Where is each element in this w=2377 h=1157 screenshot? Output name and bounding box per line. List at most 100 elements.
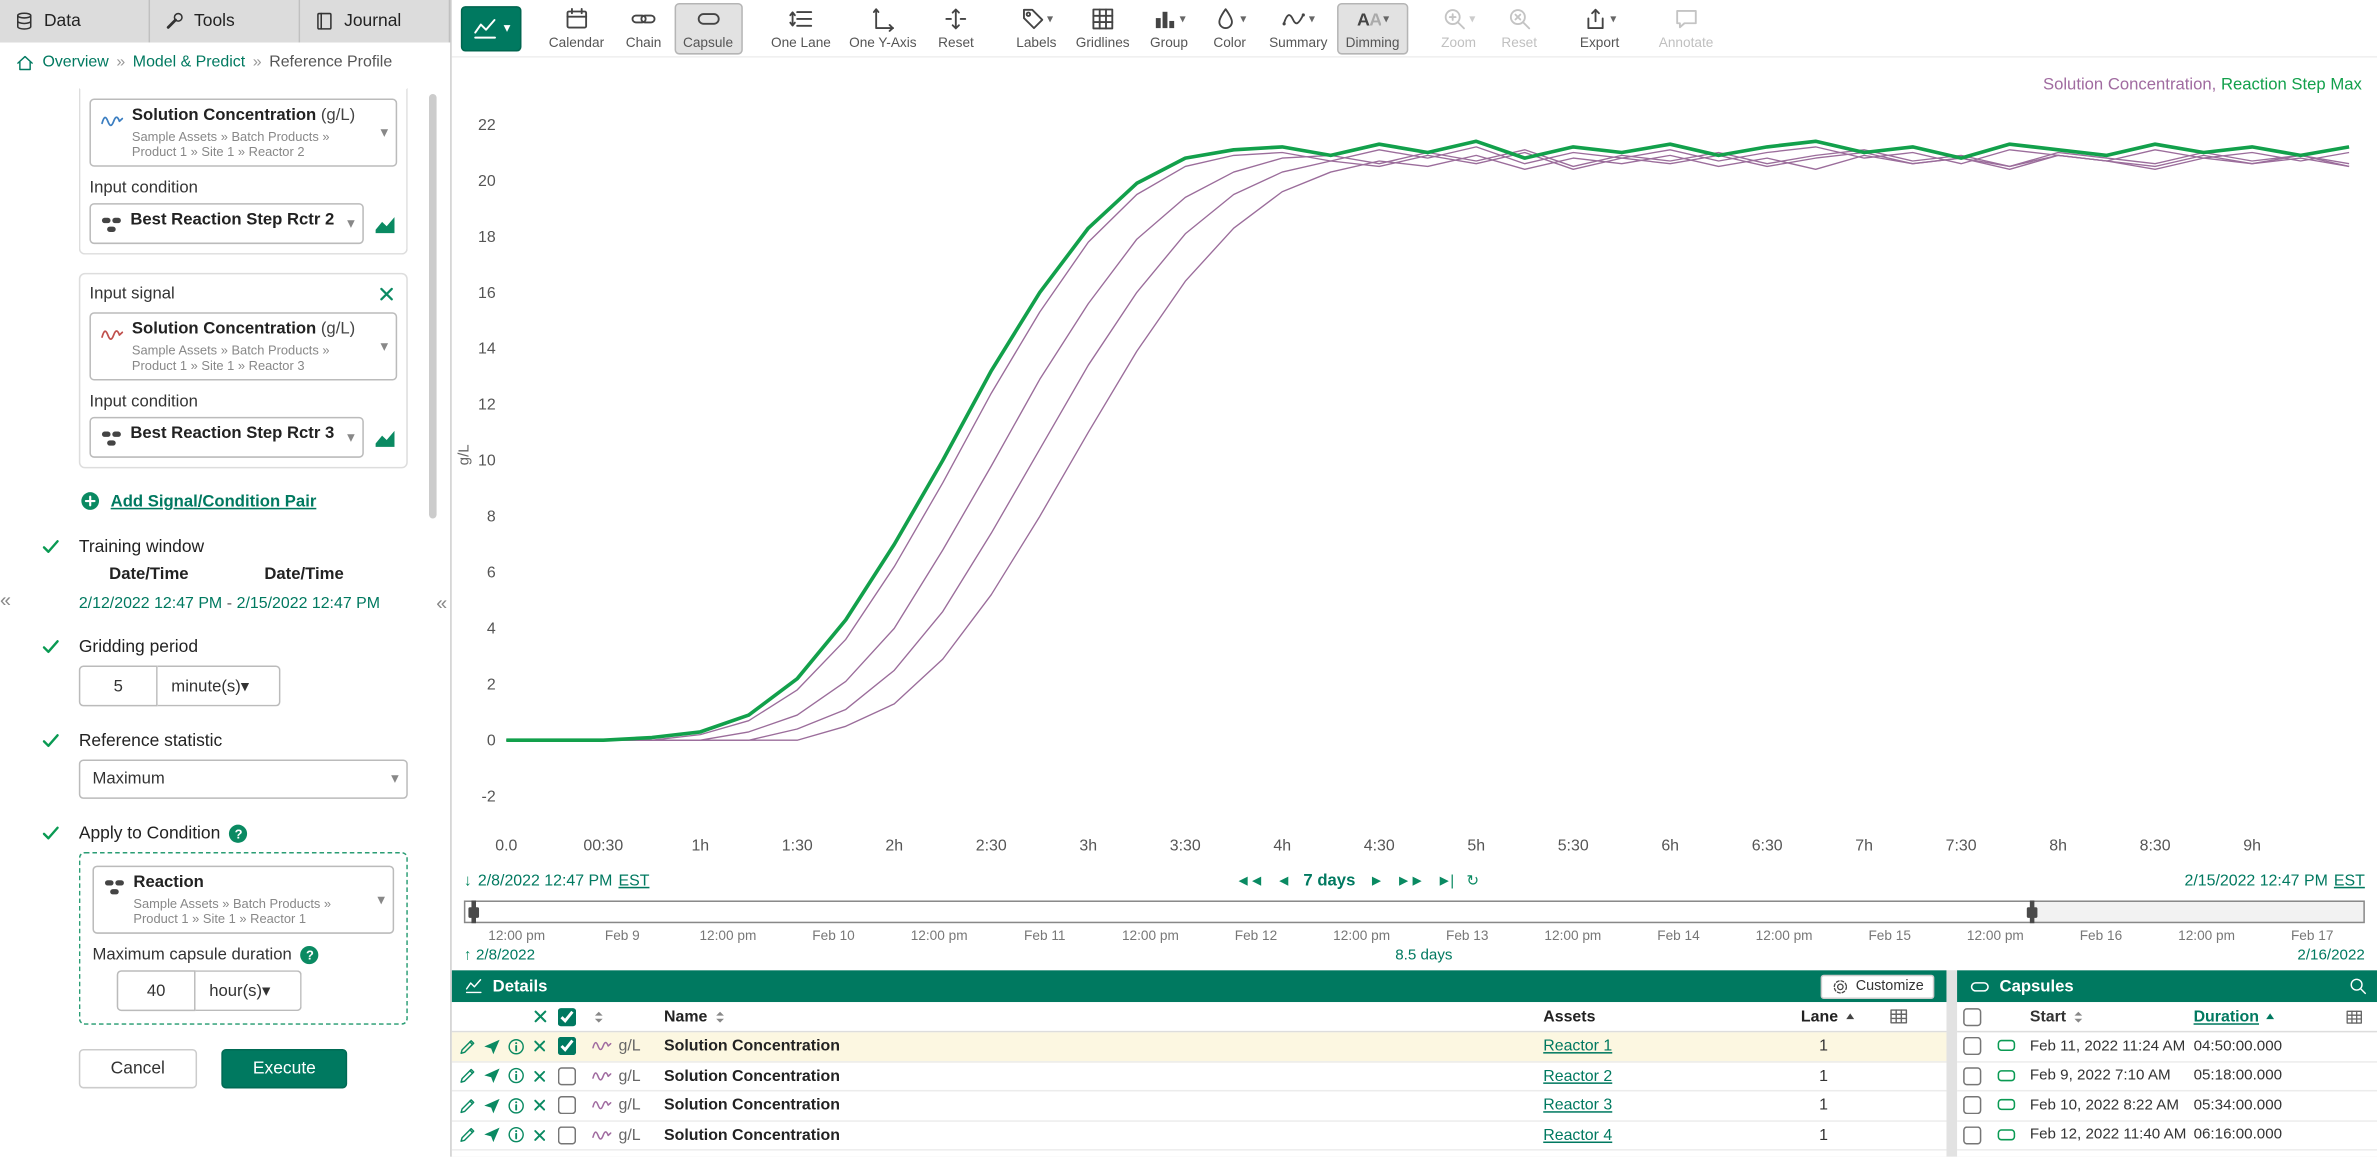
asset-link[interactable]: Reactor 3 <box>1543 1096 1612 1114</box>
navigate-item-icon[interactable] <box>482 1096 506 1116</box>
gridding-period-input[interactable] <box>79 666 158 707</box>
cancel-button[interactable]: Cancel <box>79 1050 197 1089</box>
help-icon[interactable]: ? <box>301 947 319 965</box>
view-capsules-icon[interactable] <box>373 426 397 450</box>
remove-item-icon[interactable] <box>531 1096 558 1114</box>
gridding-unit-select[interactable]: minute(s) ▾ <box>158 666 281 707</box>
toolbar-one-y-axis-button[interactable]: One Y-Axis <box>840 2 926 54</box>
item-info-icon[interactable] <box>506 1125 530 1145</box>
row-select-checkbox[interactable] <box>558 1037 576 1055</box>
sort-icon[interactable] <box>2071 1009 2086 1024</box>
search-icon[interactable] <box>2348 976 2368 996</box>
toolbar-reset-button[interactable]: Reset <box>926 2 987 54</box>
toolbar-one-lane-button[interactable]: One Lane <box>762 2 840 54</box>
help-icon[interactable]: ? <box>229 825 247 843</box>
edit-item-icon[interactable] <box>458 1125 482 1145</box>
trend-plot[interactable]: g/L-202468101214161820220.000:301h1:302h… <box>452 58 2377 864</box>
tab-data[interactable]: Data <box>0 0 150 42</box>
tab-tools[interactable]: Tools <box>150 0 300 42</box>
timeline-right-handle[interactable] <box>2029 900 2034 923</box>
item-info-icon[interactable] <box>506 1037 530 1057</box>
breadcrumb-model-predict[interactable]: Model & Predict <box>133 53 245 71</box>
toolbar-labels-button[interactable]: ▾Labels <box>1006 2 1067 54</box>
breadcrumb-overview[interactable]: Overview <box>42 53 108 71</box>
series-line[interactable] <box>506 147 2349 740</box>
capsule-row[interactable]: Feb 11, 2022 11:24 AM04:50:00.000 <box>1957 1032 2377 1062</box>
trend-view-button[interactable]: ▾ <box>461 5 522 50</box>
capsule-row[interactable]: Feb 9, 2022 7:10 AM05:18:00.000 <box>1957 1062 2377 1092</box>
toolbar-export-button[interactable]: ▾Export <box>1569 2 1630 54</box>
input-condition-select-2[interactable]: Best Reaction Step Rctr 3 ▾ <box>89 417 363 458</box>
toolbar-capsule-button[interactable]: Capsule <box>674 2 742 54</box>
timeline-bar[interactable] <box>464 900 2365 923</box>
tab-journal[interactable]: Journal <box>300 0 450 42</box>
home-icon[interactable] <box>15 52 35 72</box>
edit-item-icon[interactable] <box>458 1096 482 1116</box>
row-select-checkbox[interactable] <box>558 1096 576 1114</box>
series-line[interactable] <box>506 153 2349 741</box>
range-start-link[interactable]: 2/8/2022 12:47 PM <box>478 872 613 890</box>
toolbar-color-button[interactable]: ▾Color <box>1199 2 1260 54</box>
trend-chart-area[interactable]: Solution Concentration, Reaction Step Ma… <box>452 58 2377 864</box>
range-end-link[interactable]: 2/15/2022 12:47 PM <box>2184 872 2327 890</box>
input-condition-select-1[interactable]: Best Reaction Step Rctr 2 ▾ <box>89 203 363 244</box>
step-forward-fast-icon[interactable]: ►► <box>1396 872 1423 889</box>
capsule-row[interactable]: Feb 10, 2022 8:22 AM05:34:00.000 <box>1957 1091 2377 1121</box>
series-line[interactable] <box>506 141 2349 740</box>
edit-item-icon[interactable] <box>458 1037 482 1057</box>
row-select-checkbox[interactable] <box>558 1126 576 1144</box>
skip-to-now-icon[interactable]: ►| <box>1437 872 1453 889</box>
toolbar-group-button[interactable]: ▾Group <box>1139 2 1200 54</box>
remove-pair-icon[interactable] <box>376 284 397 305</box>
timeline-end-date[interactable]: 2/16/2022 <box>2297 947 2364 964</box>
details-row[interactable]: g/LSolution ConcentrationReactor 41 <box>452 1121 1947 1151</box>
remove-item-icon[interactable] <box>531 1126 558 1144</box>
asset-link[interactable]: Reactor 4 <box>1543 1126 1612 1144</box>
toolbar-summary-button[interactable]: ▾Summary <box>1260 2 1337 54</box>
max-capsule-duration-unit-select[interactable]: hour(s) ▾ <box>196 971 303 1012</box>
item-info-icon[interactable] <box>506 1096 530 1116</box>
timeline-start-date[interactable]: 2/8/2022 <box>476 947 535 964</box>
collapse-sidebar-icon[interactable]: « <box>436 591 447 614</box>
sort-icon[interactable] <box>712 1009 727 1024</box>
details-row[interactable]: g/LSolution ConcentrationReactor 21 <box>452 1062 1947 1092</box>
start-column-header[interactable]: Start <box>2030 1007 2066 1025</box>
timeline-start-icon[interactable]: ↑ <box>464 947 472 964</box>
capsule-row[interactable]: Feb 12, 2022 11:40 AM06:16:00.000 <box>1957 1121 2377 1151</box>
range-start-icon[interactable]: ↓ <box>464 872 472 890</box>
details-row[interactable]: g/LSolution ConcentrationReactor 31 <box>452 1091 1947 1121</box>
training-start-link[interactable]: 2/12/2022 12:47 PM <box>79 595 222 613</box>
execute-button[interactable]: Execute <box>221 1050 348 1089</box>
row-select-checkbox[interactable] <box>558 1067 576 1085</box>
toolbar-calendar-button[interactable]: Calendar <box>540 2 614 54</box>
edit-item-icon[interactable] <box>458 1066 482 1086</box>
details-row[interactable]: g/LSolution ConcentrationReactor 11 <box>452 1032 1947 1062</box>
lane-column-header[interactable]: Lane <box>1801 1007 1838 1025</box>
item-info-icon[interactable] <box>506 1066 530 1086</box>
asset-link[interactable]: Reactor 2 <box>1543 1067 1612 1085</box>
input-signal-select-2[interactable]: Solution Concentration (g/L) Sample Asse… <box>89 312 397 380</box>
customize-button[interactable]: Customize <box>1821 974 1935 998</box>
input-signal-select-1[interactable]: Solution Concentration (g/L) Sample Asse… <box>89 99 397 167</box>
series-line[interactable] <box>506 150 2349 740</box>
select-all-checkbox[interactable] <box>558 1007 576 1025</box>
remove-item-icon[interactable] <box>531 1067 558 1085</box>
legend-series-1[interactable]: Solution Concentration, <box>2043 76 2216 94</box>
training-end-link[interactable]: 2/15/2022 12:47 PM <box>237 595 380 613</box>
name-column-header[interactable]: Name <box>664 1007 707 1025</box>
duration-column-header[interactable]: Duration <box>2194 1007 2259 1025</box>
view-capsules-icon[interactable] <box>373 212 397 236</box>
capsule-select-checkbox[interactable] <box>1963 1096 1981 1114</box>
add-pair-link[interactable]: Add Signal/Condition Pair <box>79 490 408 513</box>
timeline-left-handle[interactable] <box>471 900 476 923</box>
capsule-select-checkbox[interactable] <box>1963 1126 1981 1144</box>
capsule-select-checkbox[interactable] <box>1963 1067 1981 1085</box>
collapse-panel-icon[interactable]: « <box>0 588 11 611</box>
navigate-item-icon[interactable] <box>482 1037 506 1057</box>
step-forward-icon[interactable]: ► <box>1369 872 1383 889</box>
max-capsule-duration-input[interactable] <box>117 971 196 1012</box>
sidebar-scrollbar[interactable] <box>429 94 437 518</box>
step-back-fast-icon[interactable]: ◄◄ <box>1236 872 1263 889</box>
select-all-capsules-checkbox[interactable] <box>1963 1007 1981 1025</box>
table-columns-icon[interactable] <box>1889 1007 1941 1027</box>
